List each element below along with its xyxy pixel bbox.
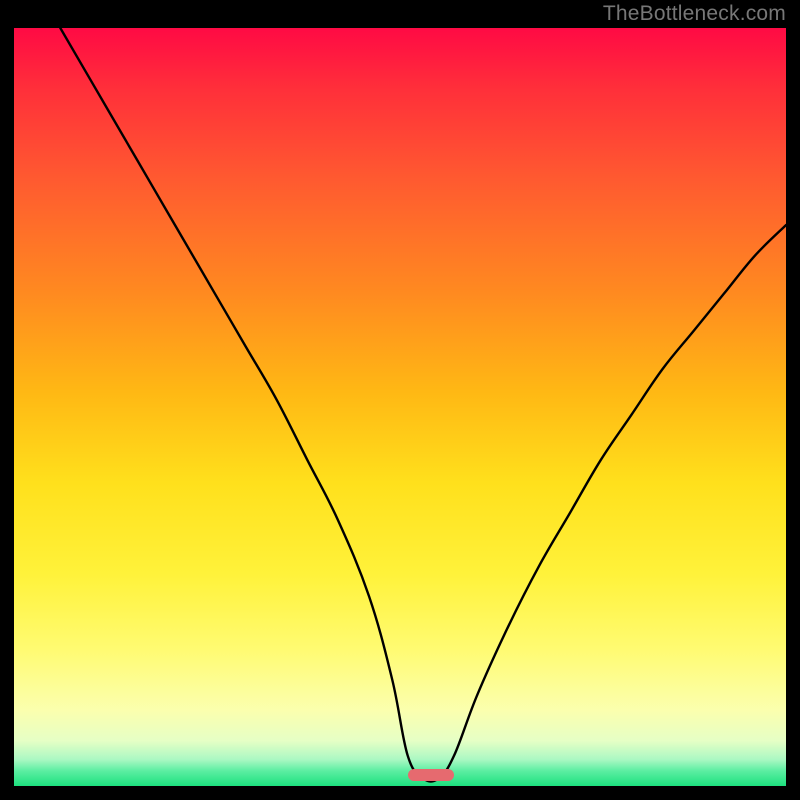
optimum-marker-pill xyxy=(408,769,454,781)
plot-area xyxy=(14,28,786,786)
bottleneck-curve-path xyxy=(60,28,786,782)
watermark-text: TheBottleneck.com xyxy=(603,2,786,26)
curve-layer xyxy=(14,28,786,786)
chart-frame: TheBottleneck.com xyxy=(0,0,800,800)
